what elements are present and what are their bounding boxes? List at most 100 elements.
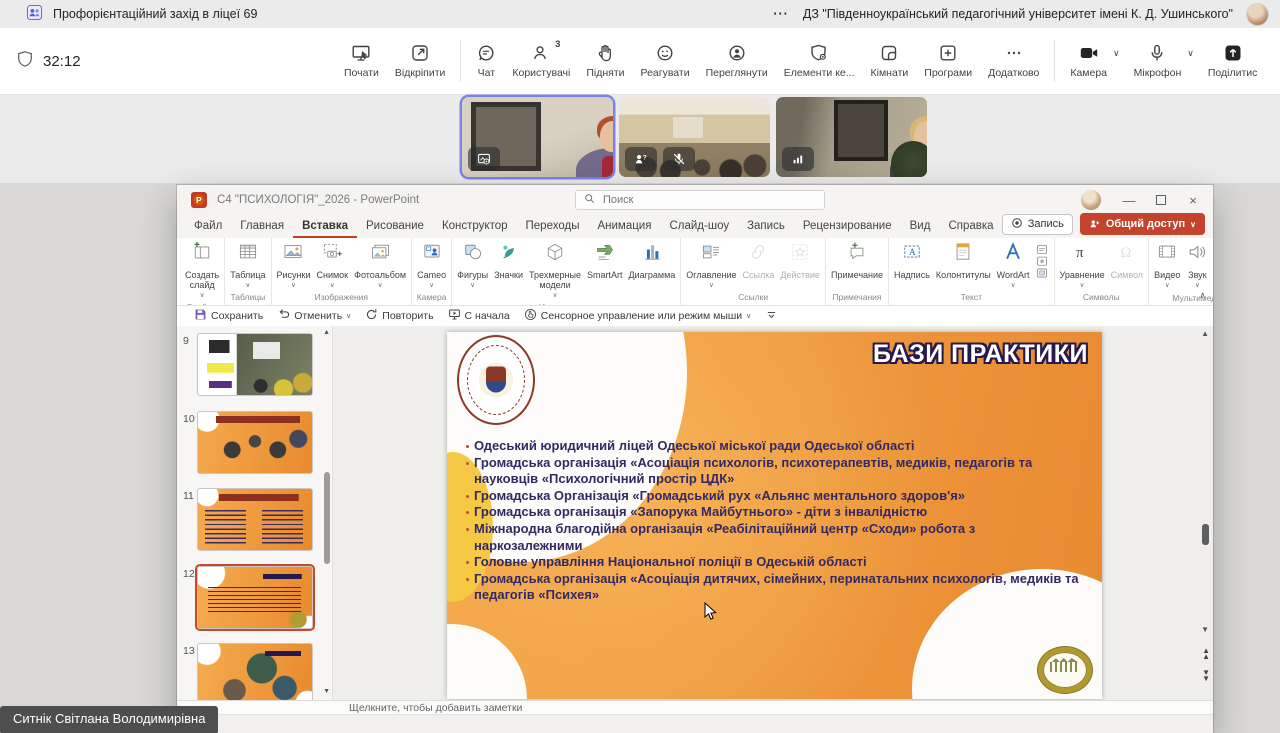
ribbon-group-Символы: πУравнение∨ΩСимволСимволы: [1055, 238, 1150, 305]
teams-react-button[interactable]: Реагувати: [633, 43, 698, 79]
speaker-video[interactable]: [462, 97, 613, 177]
tab-Запись[interactable]: Запись: [738, 216, 794, 238]
topbar-more-button[interactable]: ···: [773, 7, 789, 21]
thumbs-scroll-down-button[interactable]: ▼: [323, 688, 330, 695]
canvas-scrollbar[interactable]: [1202, 524, 1209, 545]
ribbon-insert-objects-stack-button[interactable]: [1033, 240, 1052, 289]
quickaccess-save-button[interactable]: Сохранить: [187, 308, 270, 324]
powerpoint-window: P С4 "ПСИХОЛОГІЯ"_2026 - PowerPoint — × …: [177, 185, 1213, 733]
share-document-button[interactable]: Общий доступ ∨: [1080, 213, 1205, 235]
user-avatar[interactable]: [1247, 4, 1268, 25]
tab-Вставка[interactable]: Вставка: [293, 216, 357, 238]
teams-apps-button[interactable]: Програми: [916, 43, 980, 79]
ribbon-group-name: Слайды: [182, 300, 222, 306]
current-slide[interactable]: БАЗИ ПРАКТИКИ Одеський юридичний ліцей О…: [447, 332, 1102, 699]
teams-more-button[interactable]: Додатково: [980, 43, 1047, 79]
tab-Рисование[interactable]: Рисование: [357, 216, 433, 238]
slide-editing-canvas[interactable]: БАЗИ ПРАКТИКИ Одеський юридичний ліцей О…: [333, 326, 1213, 700]
teams-mic-button[interactable]: Мікрофон: [1126, 43, 1190, 79]
slide-thumbnail-13[interactable]: [197, 643, 313, 700]
search-box[interactable]: [575, 190, 825, 210]
ribbon-symbol-button: ΩСимвол: [1108, 240, 1146, 281]
quickaccess-toolbar-overflow-button[interactable]: [758, 308, 785, 324]
teams-people-button[interactable]: 3Користувачі: [504, 43, 578, 79]
tab-Файл[interactable]: Файл: [185, 216, 231, 238]
ribbon-photo-album-button[interactable]: Фотоальбом∨: [351, 240, 409, 290]
teams-present-button[interactable]: Почати: [336, 43, 387, 79]
next-slide-button[interactable]: ▼▼: [1202, 670, 1210, 682]
shield-gear-icon: [809, 43, 829, 63]
ribbon-chart-button[interactable]: Диаграмма: [625, 240, 678, 281]
ribbon-smartart-button[interactable]: SmartArt: [584, 240, 626, 281]
toolbar-buttons: ПочатиВідкріпити Чат3КористувачіПіднятиРе…: [336, 28, 1280, 94]
slide-thumbnail-11[interactable]: [197, 488, 313, 551]
ribbon-toc-button[interactable]: Оглавление∨: [683, 240, 739, 290]
classroom-video[interactable]: ?: [619, 97, 770, 177]
tab-Справка[interactable]: Справка: [939, 216, 1002, 238]
teams-view-button[interactable]: Переглянути: [698, 43, 776, 79]
previous-slide-button[interactable]: ▲▲: [1202, 648, 1210, 660]
teams-share-button[interactable]: Поділитис: [1200, 43, 1266, 79]
ribbon-pictures-button[interactable]: Рисунки∨: [274, 240, 314, 290]
restore-button[interactable]: [1145, 193, 1177, 208]
tab-Вид[interactable]: Вид: [901, 216, 940, 238]
tab-Анимация[interactable]: Анимация: [588, 216, 660, 238]
record-button[interactable]: Запись: [1002, 214, 1073, 235]
slide-bullet: Одеський юридичний ліцей Одеської місько…: [465, 438, 1083, 455]
tab-Слайд-шоу[interactable]: Слайд-шоу: [660, 216, 738, 238]
ribbon-equation-button[interactable]: πУравнение∨: [1057, 240, 1108, 290]
participant-video[interactable]: [776, 97, 927, 177]
quickaccess-undo-button[interactable]: Отменить∨: [270, 308, 358, 324]
tab-Конструктор[interactable]: Конструктор: [433, 216, 517, 238]
signal-icon: [782, 147, 814, 171]
ribbon-comment-button[interactable]: Примечание: [828, 240, 886, 281]
ribbon-screen-record-button[interactable]: Запись экрана: [1211, 240, 1213, 291]
slide-thumbnail-9[interactable]: [197, 333, 313, 396]
ribbon-table-button[interactable]: Таблица∨: [227, 240, 268, 290]
thumbs-scrollbar[interactable]: [324, 472, 330, 564]
quickaccess-from-start-button[interactable]: С начала: [441, 308, 517, 324]
ribbon-video-button[interactable]: Видео∨: [1151, 240, 1183, 290]
teams-shield-gear-button[interactable]: Елементи ке...: [776, 43, 863, 79]
teams-camera-button[interactable]: Камера: [1062, 43, 1115, 79]
ribbon-3d-models-button[interactable]: Трехмерные модели∨: [526, 240, 584, 300]
thumbs-scroll-up-button[interactable]: ▲: [323, 329, 330, 336]
ribbon-screenshot-button[interactable]: Снимок∨: [313, 240, 351, 290]
ribbon-icons-button[interactable]: Значки: [491, 240, 526, 281]
chevron-down-icon[interactable]: ∨: [1187, 48, 1194, 59]
quickaccess-touch-mode-button[interactable]: Сенсорное управление или режим мыши∨: [517, 308, 759, 324]
button-label: Користувачі: [512, 67, 570, 79]
ribbon-header-footer-button[interactable]: Колонтитулы: [933, 240, 994, 281]
teams-unpin-button[interactable]: Відкріпити: [387, 43, 453, 79]
quickaccess-redo-button[interactable]: Повторить: [358, 308, 440, 324]
collapse-ribbon-button[interactable]: ∧: [1199, 290, 1206, 301]
close-button[interactable]: ×: [1177, 193, 1209, 208]
ribbon-group-Слайды: Создать слайд∨Слайды: [180, 238, 225, 305]
slide-thumbnail-12[interactable]: [197, 566, 313, 629]
tab-Переходы[interactable]: Переходы: [517, 216, 589, 238]
teams-rooms-button[interactable]: Кімнати: [863, 43, 917, 79]
search-input[interactable]: [601, 193, 816, 207]
equation-icon: π: [1071, 241, 1093, 268]
minimize-button[interactable]: —: [1113, 193, 1145, 208]
ribbon-shapes-button[interactable]: Фигуры∨: [454, 240, 491, 290]
ribbon-new-slide-button[interactable]: Создать слайд∨: [182, 240, 222, 300]
ribbon-button-label: Фигуры: [457, 270, 488, 280]
tab-Главная[interactable]: Главная: [231, 216, 293, 238]
office-account-avatar[interactable]: [1081, 190, 1101, 210]
notes-pane[interactable]: Щелкните, чтобы добавить заметки: [177, 700, 1213, 714]
canvas-scroll-down-button[interactable]: ▼: [1201, 625, 1209, 634]
more-icon: [1004, 43, 1024, 63]
teams-chat-button[interactable]: Чат: [468, 43, 504, 79]
ribbon-cameo-button[interactable]: Cameo∨: [414, 240, 449, 290]
canvas-scroll-up-button[interactable]: ▲: [1201, 329, 1209, 338]
button-label: Камера: [1070, 67, 1107, 79]
teams-hand-button[interactable]: Підняти: [578, 43, 632, 79]
slide-bullet: Громадська Організація «Громадський рух …: [465, 488, 1083, 505]
ribbon-wordart-button[interactable]: WordArt∨: [994, 240, 1033, 290]
ribbon-audio-button[interactable]: Звук∨: [1183, 240, 1211, 290]
slide-thumbnail-10[interactable]: [197, 411, 313, 474]
chevron-down-icon[interactable]: ∨: [1113, 48, 1120, 59]
ribbon-text-box-button[interactable]: AНадпись: [891, 240, 933, 281]
tab-Рецензирование[interactable]: Рецензирование: [794, 216, 901, 238]
